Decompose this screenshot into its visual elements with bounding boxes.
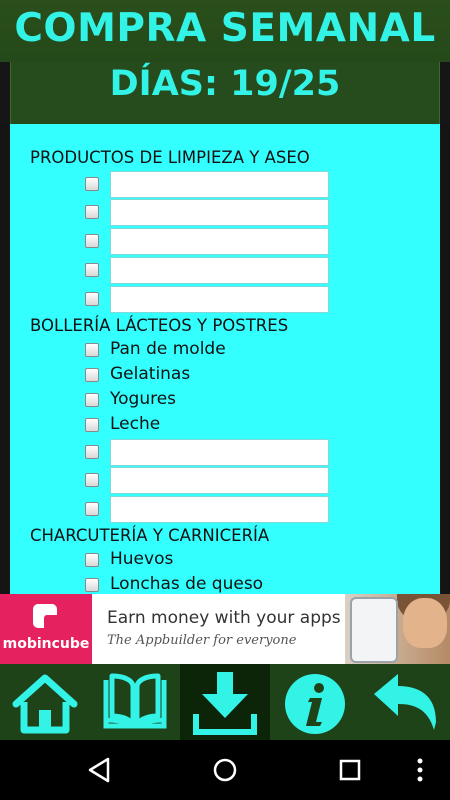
book-button[interactable] [90, 664, 180, 740]
ad-headline: Earn money with your apps [107, 608, 341, 628]
item-checkbox[interactable] [85, 502, 99, 516]
item-text-input[interactable] [110, 439, 329, 466]
section-title-cleaning: PRODUCTOS DE LIMPIEZA Y ASEO [30, 148, 310, 167]
list-item: Gelatinas [85, 362, 415, 389]
list-item: Yogures [85, 387, 415, 414]
list-item [85, 286, 415, 313]
info-button[interactable] [270, 664, 360, 740]
item-text-input[interactable] [110, 199, 329, 226]
app-header: COMPRA SEMANAL DÍAS: 19/25 [0, 0, 450, 124]
ad-brand: mobincube [2, 636, 90, 652]
item-checkbox[interactable] [85, 393, 99, 407]
list-item [85, 171, 415, 198]
page-title: COMPRA SEMANAL [14, 6, 436, 51]
back-button[interactable] [360, 664, 450, 740]
ad-phone-image [350, 597, 398, 663]
info-icon [285, 674, 345, 734]
item-checkbox[interactable] [85, 473, 99, 487]
nav-menu-icon [417, 758, 423, 782]
item-text-input[interactable] [110, 171, 329, 198]
nav-home-icon [213, 758, 237, 782]
ad-subline: The Appbuilder for everyone [107, 633, 297, 648]
item-checkbox[interactable] [85, 418, 99, 432]
ad-photo-face [403, 598, 447, 648]
item-checkbox[interactable] [85, 343, 99, 357]
ad-banner[interactable]: mobincube Earn money with your apps The … [0, 594, 450, 664]
shopping-list[interactable]: PRODUCTOS DE LIMPIEZA Y ASEO BOLLERÍA LÁ… [10, 124, 440, 594]
item-checkbox[interactable] [85, 553, 99, 567]
download-icon [193, 672, 257, 735]
nav-home-button[interactable] [205, 754, 245, 786]
item-checkbox[interactable] [85, 578, 99, 592]
item-label: Yogures [110, 389, 177, 409]
list-item [85, 199, 415, 226]
nav-menu-button[interactable] [405, 754, 435, 786]
item-text-input[interactable] [110, 467, 329, 494]
item-checkbox[interactable] [85, 234, 99, 248]
item-text-input[interactable] [110, 228, 329, 255]
list-item: Huevos [85, 547, 415, 574]
item-label: Huevos [110, 549, 174, 569]
item-checkbox[interactable] [85, 292, 99, 306]
item-text-input[interactable] [110, 257, 329, 284]
item-text-input[interactable] [110, 286, 329, 313]
nav-back-button[interactable] [80, 754, 120, 786]
mobincube-logo-icon [33, 604, 57, 628]
item-label: Gelatinas [110, 364, 191, 384]
item-label: Leche [110, 414, 161, 434]
download-button[interactable] [180, 664, 270, 740]
mobincube-logo: mobincube [0, 594, 92, 664]
book-icon [103, 673, 167, 729]
item-label: Lonchas de queso [110, 574, 264, 594]
home-button[interactable] [0, 664, 90, 740]
home-icon [12, 674, 78, 734]
bottom-toolbar [0, 664, 450, 740]
nav-back-icon [88, 757, 110, 783]
android-nav-bar [0, 740, 450, 800]
days-counter: DÍAS: 19/25 [109, 64, 341, 104]
list-item: Leche [85, 412, 415, 439]
item-checkbox[interactable] [85, 263, 99, 277]
list-item [85, 496, 415, 523]
list-item [85, 257, 415, 284]
item-checkbox[interactable] [85, 205, 99, 219]
item-text-input[interactable] [110, 496, 329, 523]
item-checkbox[interactable] [85, 177, 99, 191]
item-checkbox[interactable] [85, 445, 99, 459]
back-arrow-icon [374, 674, 436, 730]
nav-recents-icon [339, 759, 361, 781]
list-item [85, 467, 415, 494]
list-item [85, 439, 415, 466]
list-item: Lonchas de queso [85, 572, 415, 594]
list-item: Pan de molde [85, 337, 415, 364]
content-frame: PRODUCTOS DE LIMPIEZA Y ASEO BOLLERÍA LÁ… [0, 124, 450, 594]
nav-recents-button[interactable] [330, 754, 370, 786]
item-label: Pan de molde [110, 339, 226, 359]
section-title-bakery-dairy: BOLLERÍA LÁCTEOS Y POSTRES [30, 316, 289, 335]
section-title-deli-butcher: CHARCUTERÍA Y CARNICERÍA [30, 526, 270, 545]
list-item [85, 228, 415, 255]
item-checkbox[interactable] [85, 368, 99, 382]
